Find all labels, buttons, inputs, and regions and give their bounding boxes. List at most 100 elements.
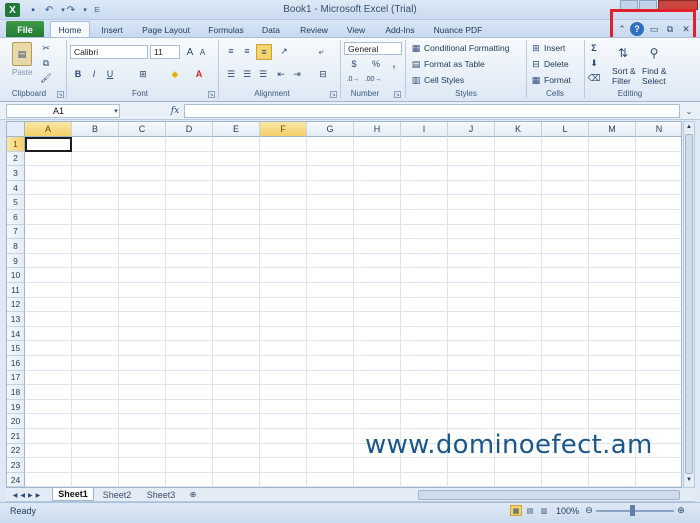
copy-icon[interactable]: ⧉ — [40, 57, 52, 69]
sort-filter-label-bottom[interactable]: Filter — [612, 76, 631, 86]
tab-formulas[interactable]: Formulas — [202, 21, 250, 38]
font-color-icon[interactable]: A — [192, 67, 206, 81]
decrease-decimal-icon[interactable]: .00→ — [365, 73, 382, 85]
row-header[interactable]: 3 — [7, 166, 25, 181]
fill-color-icon[interactable]: ◆ — [168, 67, 182, 81]
column-header[interactable]: B — [72, 122, 119, 137]
font-launcher-icon[interactable]: ↘ — [208, 91, 215, 98]
row-header[interactable]: 9 — [7, 253, 25, 269]
column-header[interactable]: A — [25, 122, 72, 137]
cell-styles-button[interactable]: Cell Styles — [424, 75, 464, 85]
vertical-scrollbar[interactable]: ▲ ▼ — [683, 121, 695, 488]
column-header[interactable]: K — [495, 122, 542, 137]
underline-button[interactable]: U — [104, 67, 116, 81]
active-cell[interactable] — [25, 137, 72, 152]
row-header[interactable]: 23 — [7, 458, 25, 473]
sheet-tab-2[interactable]: Sheet2 — [96, 488, 138, 501]
zoom-slider-thumb[interactable] — [630, 505, 635, 516]
tab-home[interactable]: Home — [50, 21, 90, 38]
cell-styles-icon[interactable]: ▥ — [410, 74, 422, 86]
page-layout-view-icon[interactable]: ▤ — [524, 505, 536, 516]
row-header[interactable]: 6 — [7, 210, 25, 225]
row-header[interactable]: 18 — [7, 385, 25, 400]
font-name-dropdown[interactable]: Calibri — [70, 45, 148, 59]
clipboard-launcher-icon[interactable]: ↘ — [57, 91, 64, 98]
row-header[interactable]: 1 — [7, 137, 25, 152]
page-break-view-icon[interactable]: ▥ — [538, 505, 550, 516]
insert-sheet-icon[interactable]: ⊕ — [186, 489, 200, 500]
sheet-tab-3[interactable]: Sheet3 — [140, 488, 182, 501]
tab-insert[interactable]: Insert — [94, 21, 130, 38]
row-header[interactable]: 17 — [7, 370, 25, 386]
increase-indent-icon[interactable]: ⇥ — [290, 67, 304, 81]
align-left-icon[interactable]: ☰ — [224, 67, 238, 81]
align-middle-icon[interactable]: ≡ — [240, 44, 254, 58]
sheet-tab-1[interactable]: Sheet1 — [52, 488, 94, 501]
scroll-down-icon[interactable]: ▼ — [685, 477, 693, 485]
row-header[interactable]: 7 — [7, 224, 25, 240]
insert-cells-icon[interactable]: ⊞ — [530, 42, 542, 54]
borders-icon[interactable]: ⊞ — [136, 67, 150, 81]
format-as-table-icon[interactable]: ▤ — [410, 58, 422, 70]
find-select-label-top[interactable]: Find & — [642, 66, 667, 76]
align-bottom-icon[interactable]: ≡ — [256, 44, 272, 60]
shrink-font-icon[interactable]: A — [197, 46, 208, 59]
decrease-indent-icon[interactable]: ⇤ — [274, 67, 288, 81]
row-header[interactable]: 5 — [7, 195, 25, 210]
sort-filter-icon[interactable]: ⇅ — [614, 44, 632, 62]
column-header[interactable]: M — [589, 122, 636, 137]
align-right-icon[interactable]: ☰ — [256, 67, 270, 81]
autosum-button[interactable]: Σ — [588, 42, 600, 54]
find-select-icon[interactable]: ⚲ — [644, 44, 664, 62]
tab-data[interactable]: Data — [256, 21, 286, 38]
fill-icon[interactable]: ⬇ — [588, 57, 600, 69]
font-size-dropdown[interactable]: 11 — [150, 45, 180, 59]
find-select-label-bottom[interactable]: Select — [642, 76, 666, 86]
percent-button[interactable]: % — [370, 58, 382, 70]
column-header[interactable]: C — [119, 122, 166, 137]
normal-view-icon[interactable]: ▦ — [510, 505, 522, 516]
tab-page-layout[interactable]: Page Layout — [136, 21, 196, 38]
row-header[interactable]: 24 — [7, 472, 25, 487]
row-header[interactable]: 16 — [7, 356, 25, 371]
align-center-icon[interactable]: ☰ — [240, 67, 254, 81]
increase-decimal-icon[interactable]: .0→ — [346, 73, 360, 85]
scrollbar-thumb[interactable] — [685, 134, 693, 474]
expand-formula-bar-icon[interactable]: ⌄ — [683, 104, 695, 118]
column-header[interactable]: L — [542, 122, 589, 137]
paste-icon[interactable]: ▤ — [12, 42, 32, 66]
row-header[interactable]: 10 — [7, 268, 25, 283]
delete-cells-icon[interactable]: ⊟ — [530, 58, 542, 70]
insert-function-button[interactable]: fx — [168, 104, 182, 118]
row-header[interactable]: 11 — [7, 283, 25, 298]
column-header[interactable]: J — [448, 122, 495, 137]
row-header[interactable]: 19 — [7, 399, 25, 415]
tab-file[interactable]: File — [6, 21, 44, 38]
column-header[interactable]: F — [260, 122, 307, 137]
zoom-in-icon[interactable]: ⊕ — [676, 505, 686, 516]
bold-button[interactable]: B — [72, 67, 84, 81]
clear-icon[interactable]: ⌫ — [588, 72, 601, 84]
delete-cells-button[interactable]: Delete — [544, 59, 569, 69]
number-launcher-icon[interactable]: ↘ — [394, 91, 401, 98]
row-header[interactable]: 15 — [7, 341, 25, 356]
tab-review[interactable]: Review — [294, 21, 334, 38]
row-header[interactable]: 14 — [7, 326, 25, 342]
zoom-out-icon[interactable]: ⊖ — [584, 505, 594, 516]
insert-cells-button[interactable]: Insert — [544, 43, 565, 53]
sheet-navigation-icon[interactable]: ◀◀▶▶ — [8, 490, 48, 500]
row-header[interactable]: 20 — [7, 414, 25, 429]
row-header[interactable]: 13 — [7, 312, 25, 327]
horizontal-scrollbar[interactable] — [418, 490, 680, 500]
column-header[interactable]: G — [307, 122, 354, 137]
format-painter-icon[interactable]: 🖌 — [40, 72, 52, 84]
comma-button[interactable]: , — [388, 58, 400, 70]
align-top-icon[interactable]: ≡ — [224, 44, 238, 58]
number-format-dropdown[interactable]: General — [344, 42, 402, 55]
zoom-slider[interactable] — [596, 510, 674, 512]
row-header[interactable]: 22 — [7, 443, 25, 459]
grow-font-icon[interactable]: A — [184, 45, 196, 59]
format-cells-button[interactable]: Format — [544, 75, 571, 85]
format-cells-icon[interactable]: ▦ — [530, 74, 542, 86]
conditional-formatting-button[interactable]: Conditional Formatting — [424, 43, 510, 53]
